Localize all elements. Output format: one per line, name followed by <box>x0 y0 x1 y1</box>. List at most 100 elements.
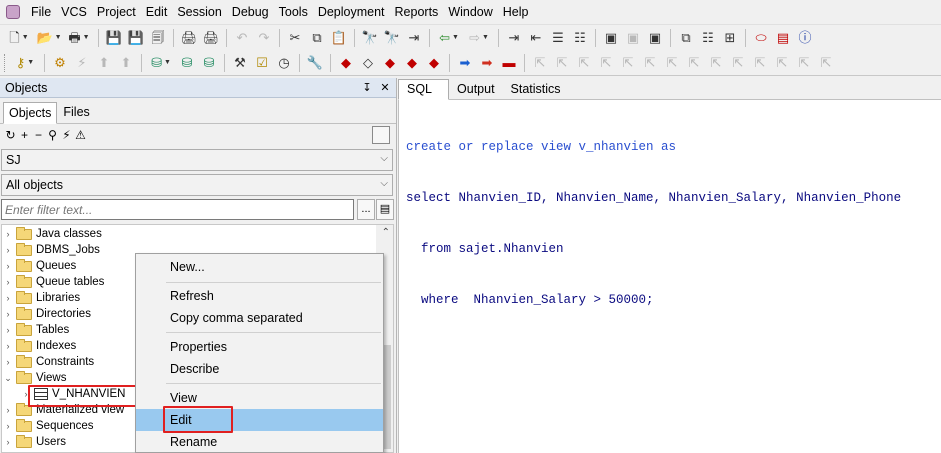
find-replace-icon[interactable]: 🔭 <box>382 28 402 48</box>
menu-project[interactable]: Project <box>92 0 141 24</box>
disabled-action-icon[interactable]: ⇱ <box>706 53 726 73</box>
ruby-gear-icon[interactable]: ◆ <box>402 53 422 73</box>
tile-icon[interactable]: ☷ <box>698 28 718 48</box>
tab-output[interactable]: Output <box>449 79 503 99</box>
import-icon[interactable]: ⬆ <box>116 53 136 73</box>
toggle-box[interactable] <box>372 126 390 144</box>
tree-item[interactable]: › Sequences <box>2 418 94 434</box>
unindent-icon[interactable]: ⇤ <box>526 28 546 48</box>
save-as-icon[interactable]: 💾 <box>126 28 146 48</box>
collapse-icon[interactable]: ⌄ <box>2 373 14 384</box>
object-filter-select[interactable]: All objects ⌵ <box>1 174 393 196</box>
db-refresh-icon[interactable]: ⛁ <box>199 53 219 73</box>
menu-item-describe[interactable]: Describe <box>136 358 383 380</box>
goto-icon[interactable]: ⇥ <box>404 28 424 48</box>
tree-item[interactable]: › Queue tables <box>2 274 104 290</box>
tree-item[interactable]: › Directories <box>2 306 91 322</box>
menu-window[interactable]: Window <box>443 0 497 24</box>
expand-icon[interactable]: › <box>2 405 14 415</box>
compile-icon[interactable]: ⚙ <box>50 53 70 73</box>
grid-icon[interactable]: ⊞ <box>720 28 740 48</box>
tab-sql[interactable]: SQL <box>398 79 450 100</box>
undo-icon[interactable]: ↶ <box>232 28 252 48</box>
tree-item[interactable]: › Libraries <box>2 290 80 306</box>
tree-item[interactable]: › Users <box>2 434 66 450</box>
print-icon[interactable]: 🖶 ▼ <box>65 28 93 48</box>
paste-icon[interactable]: 📋 <box>329 28 349 48</box>
save-all-icon[interactable]: 🗐 <box>148 28 168 48</box>
menu-item-properties[interactable]: Properties <box>136 336 383 358</box>
schedule-icon[interactable]: ◷ <box>274 53 294 73</box>
expand-icon[interactable]: › <box>2 229 14 239</box>
scroll-up-icon[interactable]: ⌃ <box>382 227 390 238</box>
export-icon[interactable]: ⬆ <box>94 53 114 73</box>
new-file-icon[interactable]: 🗋 ▼ <box>5 28 33 48</box>
cut-icon[interactable]: ✂ <box>285 28 305 48</box>
expand-icon[interactable]: › <box>2 357 14 367</box>
comment-icon[interactable]: ☰ <box>548 28 568 48</box>
menu-deployment[interactable]: Deployment <box>313 0 390 24</box>
remove-icon[interactable]: − <box>32 128 45 142</box>
pin-icon[interactable]: ↧ <box>360 81 374 94</box>
db-icon[interactable]: ⛁ <box>177 53 197 73</box>
arrow-right-red-icon[interactable]: ➡ <box>477 53 497 73</box>
info-icon[interactable]: ⓘ <box>795 28 815 48</box>
checklist-icon[interactable]: ☑ <box>252 53 272 73</box>
menu-debug[interactable]: Debug <box>227 0 274 24</box>
disabled-action-icon[interactable]: ⇱ <box>574 53 594 73</box>
tools-icon[interactable]: ⚒ <box>230 53 250 73</box>
menu-reports[interactable]: Reports <box>390 0 444 24</box>
expand-icon[interactable]: › <box>2 293 14 303</box>
schema-select[interactable]: SJ ⌵ <box>1 149 393 171</box>
tree-item[interactable]: › DBMS_Jobs <box>2 242 100 258</box>
filter-options-icon[interactable]: ▤ <box>376 199 394 220</box>
toolbar-grip[interactable] <box>4 53 7 72</box>
forward-icon[interactable]: ⇦ ▼ <box>435 28 463 48</box>
command-window-icon[interactable]: ▣ <box>623 28 643 48</box>
ruby-icon[interactable]: ◆ <box>380 53 400 73</box>
eraser-icon[interactable]: ◇ <box>358 53 378 73</box>
copy-icon[interactable]: ⧉ <box>307 28 327 48</box>
new-window-icon[interactable]: ⇨ ▼ <box>465 28 493 48</box>
tree-item[interactable]: › Constraints <box>2 354 94 370</box>
find-icon[interactable]: ⚲ <box>46 128 59 142</box>
oracle-icon[interactable]: ⬭ <box>751 28 771 48</box>
menu-item-refresh[interactable]: Refresh <box>136 285 383 307</box>
page-setup-icon[interactable]: 🖨 <box>201 28 221 48</box>
tab-files[interactable]: Files <box>57 101 95 123</box>
disabled-action-icon[interactable]: ⇱ <box>816 53 836 73</box>
save-icon[interactable]: 💾 <box>104 28 124 48</box>
compile-invalid-icon[interactable]: ⚡ <box>72 53 92 73</box>
expand-icon[interactable]: › <box>2 309 14 319</box>
filter-text-input[interactable] <box>1 199 354 220</box>
find-icon[interactable]: 🔭 <box>360 28 380 48</box>
menu-item-copy-comma-separated[interactable]: Copy comma separated <box>136 307 383 329</box>
redo-icon[interactable]: ↷ <box>254 28 274 48</box>
tab-objects[interactable]: Objects <box>3 102 58 124</box>
menu-help[interactable]: Help <box>498 0 534 24</box>
wrench-icon[interactable]: 🔧 <box>305 53 325 73</box>
sql-db-icon[interactable]: ⛁ ▼ <box>147 53 175 73</box>
disabled-action-icon[interactable]: ⇱ <box>772 53 792 73</box>
tab-statistics[interactable]: Statistics <box>503 79 569 99</box>
refresh-icon[interactable]: ↻ <box>4 128 17 142</box>
menu-edit[interactable]: Edit <box>141 0 173 24</box>
disabled-action-icon[interactable]: ⇱ <box>684 53 704 73</box>
disabled-action-icon[interactable]: ⇱ <box>530 53 550 73</box>
disabled-action-icon[interactable]: ⇱ <box>618 53 638 73</box>
disabled-action-icon[interactable]: ⇱ <box>728 53 748 73</box>
disabled-action-icon[interactable]: ⇱ <box>750 53 770 73</box>
pdf-icon[interactable]: ▤ <box>773 28 793 48</box>
menu-tools[interactable]: Tools <box>274 0 313 24</box>
cascade-icon[interactable]: ⧉ <box>676 28 696 48</box>
expand-icon[interactable]: › <box>2 437 14 447</box>
expand-icon[interactable]: › <box>2 421 14 431</box>
expand-icon[interactable]: › <box>2 245 14 255</box>
ruby-edit-icon[interactable]: ◆ <box>424 53 444 73</box>
sql-code-area[interactable]: create or replace view v_nhanvien as sel… <box>406 105 901 343</box>
report-window-icon[interactable]: ▣ <box>645 28 665 48</box>
menu-file[interactable]: File <box>26 0 56 24</box>
filter-more-button[interactable]: ... <box>357 199 375 220</box>
indent-icon[interactable]: ⇥ <box>504 28 524 48</box>
close-icon[interactable]: ✕ <box>378 81 392 94</box>
